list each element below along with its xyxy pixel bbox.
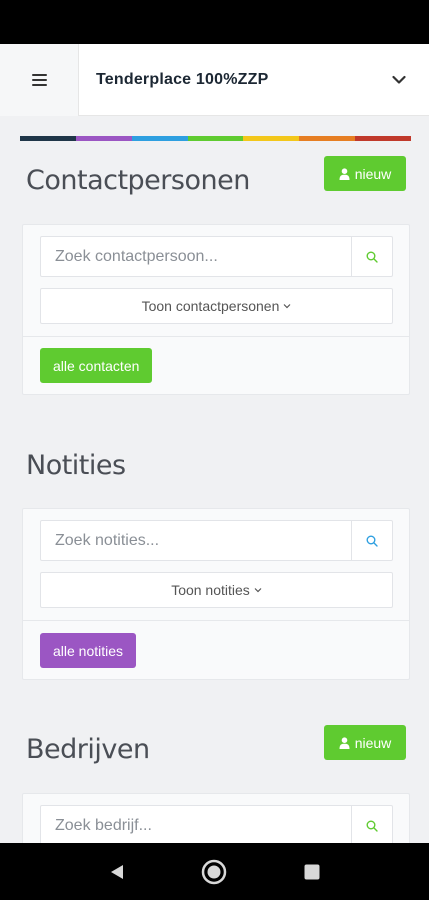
color-bar-segment xyxy=(243,136,300,141)
back-icon[interactable] xyxy=(108,863,126,881)
search-icon xyxy=(366,251,378,263)
color-bar xyxy=(20,136,412,141)
contacts-card: Toon contactpersonen alle contacten xyxy=(22,224,410,395)
user-icon xyxy=(339,167,350,180)
chevron-down-icon xyxy=(283,304,291,309)
app-title: Tenderplace 100%ZZP xyxy=(96,70,269,88)
companies-search-button[interactable] xyxy=(351,806,392,845)
new-contact-label: nieuw xyxy=(354,165,392,182)
color-bar-segment xyxy=(131,136,188,141)
notes-card: Toon notities alle notities xyxy=(22,508,410,680)
notes-title: Notities xyxy=(26,450,126,481)
contacts-search-input[interactable] xyxy=(41,237,351,276)
notes-search-button[interactable] xyxy=(351,521,392,560)
color-bar-segment xyxy=(75,136,132,141)
contacts-search-button[interactable] xyxy=(351,237,392,276)
chevron-down-icon xyxy=(392,75,406,84)
status-bar xyxy=(0,0,429,44)
user-icon xyxy=(339,736,350,749)
color-bar-segment xyxy=(299,136,356,141)
all-contacts-button[interactable]: alle contacten xyxy=(40,348,153,383)
hamburger-icon xyxy=(31,71,47,89)
new-company-button[interactable]: nieuw xyxy=(324,725,406,760)
new-company-label: nieuw xyxy=(354,734,392,751)
divider xyxy=(23,620,409,621)
companies-search xyxy=(40,805,393,846)
navigation-bar xyxy=(0,843,429,900)
search-icon xyxy=(366,820,378,832)
divider xyxy=(23,336,409,337)
top-bar: Tenderplace 100%ZZP xyxy=(0,43,429,116)
notes-search-input[interactable] xyxy=(41,521,351,560)
notes-toggle-label: Toon notities xyxy=(171,582,250,598)
contacts-toggle[interactable]: Toon contactpersonen xyxy=(40,288,393,324)
contacts-search xyxy=(40,236,393,277)
recents-icon[interactable] xyxy=(303,863,321,881)
new-contact-button[interactable]: nieuw xyxy=(324,156,406,191)
companies-title: Bedrijven xyxy=(26,734,150,765)
notes-search xyxy=(40,520,393,561)
color-bar-segment xyxy=(20,136,76,141)
menu-button[interactable] xyxy=(0,43,79,116)
dropdown-button[interactable] xyxy=(369,44,429,116)
color-bar-segment xyxy=(355,136,412,141)
contacts-title: Contactpersonen xyxy=(26,165,250,196)
home-icon[interactable] xyxy=(201,859,227,885)
search-icon xyxy=(366,535,378,547)
companies-search-input[interactable] xyxy=(41,806,351,845)
chevron-down-icon xyxy=(254,588,262,593)
color-bar-segment xyxy=(187,136,244,141)
all-notes-button[interactable]: alle notities xyxy=(40,633,137,668)
notes-toggle[interactable]: Toon notities xyxy=(40,572,393,608)
contacts-toggle-label: Toon contactpersonen xyxy=(141,298,280,314)
